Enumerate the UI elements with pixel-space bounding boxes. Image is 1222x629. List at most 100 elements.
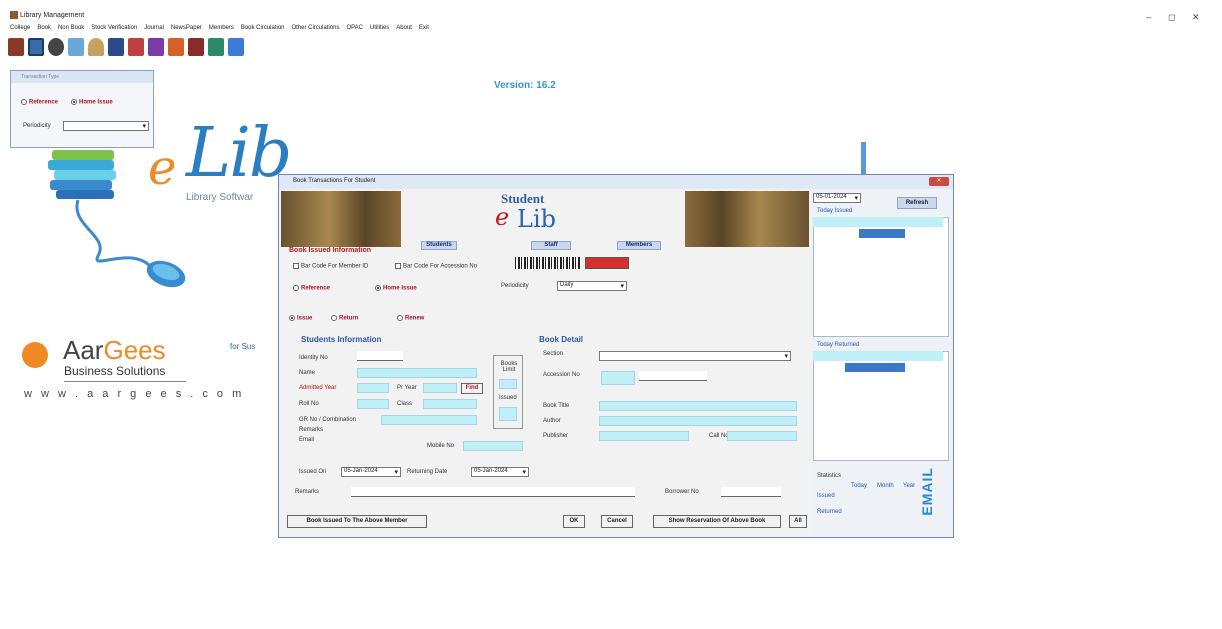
class-input[interactable] — [423, 399, 477, 409]
refresh-button[interactable]: Refresh — [897, 197, 937, 209]
dialog-titlebar[interactable]: Book Transactions For Student ✕ — [279, 175, 953, 189]
issued-on-date[interactable]: 05-Jan-2024 — [341, 467, 401, 477]
book-issued-to-member-button[interactable]: Book Issued To The Above Member — [287, 515, 427, 528]
mouse-cable-icon — [75, 199, 186, 288]
gr-input[interactable] — [381, 415, 477, 425]
bottom-remarks-input[interactable] — [351, 487, 635, 497]
ok-button[interactable]: OK — [563, 515, 585, 528]
menu-bar: College Book Non Book Stock Verification… — [0, 24, 900, 36]
home-issue-radio[interactable]: Home Issue — [71, 99, 113, 106]
window-icon[interactable] — [28, 38, 44, 56]
menu-about[interactable]: About — [396, 25, 412, 31]
author-input[interactable] — [599, 416, 797, 426]
small-window-titlebar[interactable]: Transaction Type — [11, 71, 153, 83]
person-icon[interactable] — [88, 38, 104, 56]
tab-staff[interactable]: Staff — [531, 241, 571, 250]
action-renew-radio[interactable]: Renew — [397, 315, 424, 322]
find-button[interactable]: Find — [461, 383, 483, 394]
home-issue-radio-dot[interactable] — [71, 99, 77, 105]
menu-exit[interactable]: Exit — [419, 25, 429, 31]
type-home-issue-radio[interactable]: Home Issue — [375, 285, 417, 292]
accession-extra-input[interactable] — [639, 371, 707, 381]
reference-radio[interactable]: Reference — [21, 99, 58, 106]
books-limit-input[interactable] — [499, 379, 517, 389]
dialog-periodicity-select[interactable]: Daily — [557, 281, 627, 291]
menu-book-circulation[interactable]: Book Circulation — [241, 25, 285, 31]
barcode-member-checkbox[interactable]: Bar Code For Member ID — [293, 263, 368, 270]
name-input[interactable] — [357, 368, 477, 378]
menu-utilities[interactable]: Utilities — [370, 25, 389, 31]
type-reference-dot[interactable] — [293, 285, 299, 291]
action-issue-label: Issue — [297, 315, 313, 322]
borrower-no-label: Borrower No — [665, 489, 699, 495]
mobile-input[interactable] — [463, 441, 523, 451]
type-reference-radio[interactable]: Reference — [293, 285, 330, 292]
accession-input[interactable] — [601, 371, 635, 385]
network-icon[interactable] — [208, 38, 224, 56]
statistics-label: Statistics — [817, 473, 842, 479]
show-reservation-button[interactable]: Show Reservation Of Above Book — [653, 515, 781, 528]
menu-members[interactable]: Members — [209, 25, 234, 31]
cancel-button[interactable]: Cancel — [601, 515, 633, 528]
mobile-label: Mobile No — [427, 443, 455, 449]
screen-icon[interactable] — [108, 38, 124, 56]
all-button[interactable]: All — [789, 515, 807, 528]
reference-radio-dot[interactable] — [21, 99, 27, 105]
barcode-member-check[interactable] — [293, 263, 299, 269]
action-issue-radio[interactable]: Issue — [289, 315, 312, 322]
type-home-issue-dot[interactable] — [375, 285, 381, 291]
minimize-button[interactable]: – — [1146, 12, 1151, 22]
pr-year-input[interactable] — [423, 383, 457, 393]
roll-input[interactable] — [357, 399, 389, 409]
pr-year-label: Pr Year — [397, 385, 417, 391]
report-icon[interactable] — [188, 38, 204, 56]
menu-newspaper[interactable]: NewsPaper — [171, 25, 202, 31]
admitted-year-input[interactable] — [357, 383, 389, 393]
action-issue-dot[interactable] — [289, 315, 295, 321]
company-name-part1: Aar — [63, 335, 104, 365]
menu-opac[interactable]: OPAC — [346, 25, 363, 31]
barcode-accession-check[interactable] — [395, 263, 401, 269]
email-vertical-label[interactable]: EMAIL — [919, 467, 935, 516]
help-icon[interactable] — [228, 38, 244, 56]
menu-stock-verification[interactable]: Stock Verification — [91, 25, 137, 31]
menu-non-book[interactable]: Non Book — [58, 25, 84, 31]
identity-input[interactable] — [357, 351, 403, 361]
barcode-accession-checkbox[interactable]: Bar Code For Accession No — [395, 263, 477, 270]
issued-count-input[interactable] — [499, 407, 517, 421]
menu-book[interactable]: Book — [37, 25, 51, 31]
menu-journal[interactable]: Journal — [144, 25, 164, 31]
pen-icon[interactable] — [68, 38, 84, 56]
borrower-no-input[interactable] — [721, 487, 781, 497]
section-select[interactable] — [599, 351, 791, 361]
books-icon[interactable] — [128, 38, 144, 56]
returning-date[interactable]: 05-Jan-2024 — [471, 467, 529, 477]
library-software-tagline: Library Softwar — [186, 192, 254, 203]
gr-label: GR No / Combination — [299, 417, 357, 423]
maximize-button[interactable]: ◻ — [1168, 12, 1175, 23]
book-title-input[interactable] — [599, 401, 797, 411]
action-return-dot[interactable] — [331, 315, 337, 321]
name-label: Name — [299, 370, 316, 376]
tab-students[interactable]: Students — [421, 241, 457, 250]
action-renew-dot[interactable] — [397, 315, 403, 321]
user-icon[interactable] — [48, 38, 64, 56]
dialog-close-button[interactable]: ✕ — [929, 177, 949, 186]
today-issued-selected-row[interactable] — [859, 229, 905, 238]
right-date-select[interactable]: 05-01-2024 — [813, 193, 861, 203]
tools-icon[interactable] — [168, 38, 184, 56]
close-button[interactable]: ✕ — [1192, 12, 1200, 23]
menu-college[interactable]: College — [10, 25, 30, 31]
publisher-input[interactable] — [599, 431, 689, 441]
company-name: AarGees — [63, 335, 166, 366]
callno-input[interactable] — [727, 431, 797, 441]
periodicity-select[interactable] — [63, 121, 149, 131]
today-returned-selected-row[interactable] — [845, 363, 905, 372]
company-name-part2: Gees — [103, 335, 166, 365]
stat-col-today: Today — [851, 483, 868, 489]
action-return-radio[interactable]: Return — [331, 315, 358, 322]
tab-members[interactable]: Members — [617, 241, 661, 250]
menu-other-circulations[interactable]: Other Circulations — [291, 25, 339, 31]
book-icon[interactable] — [8, 38, 24, 56]
document-icon[interactable] — [148, 38, 164, 56]
